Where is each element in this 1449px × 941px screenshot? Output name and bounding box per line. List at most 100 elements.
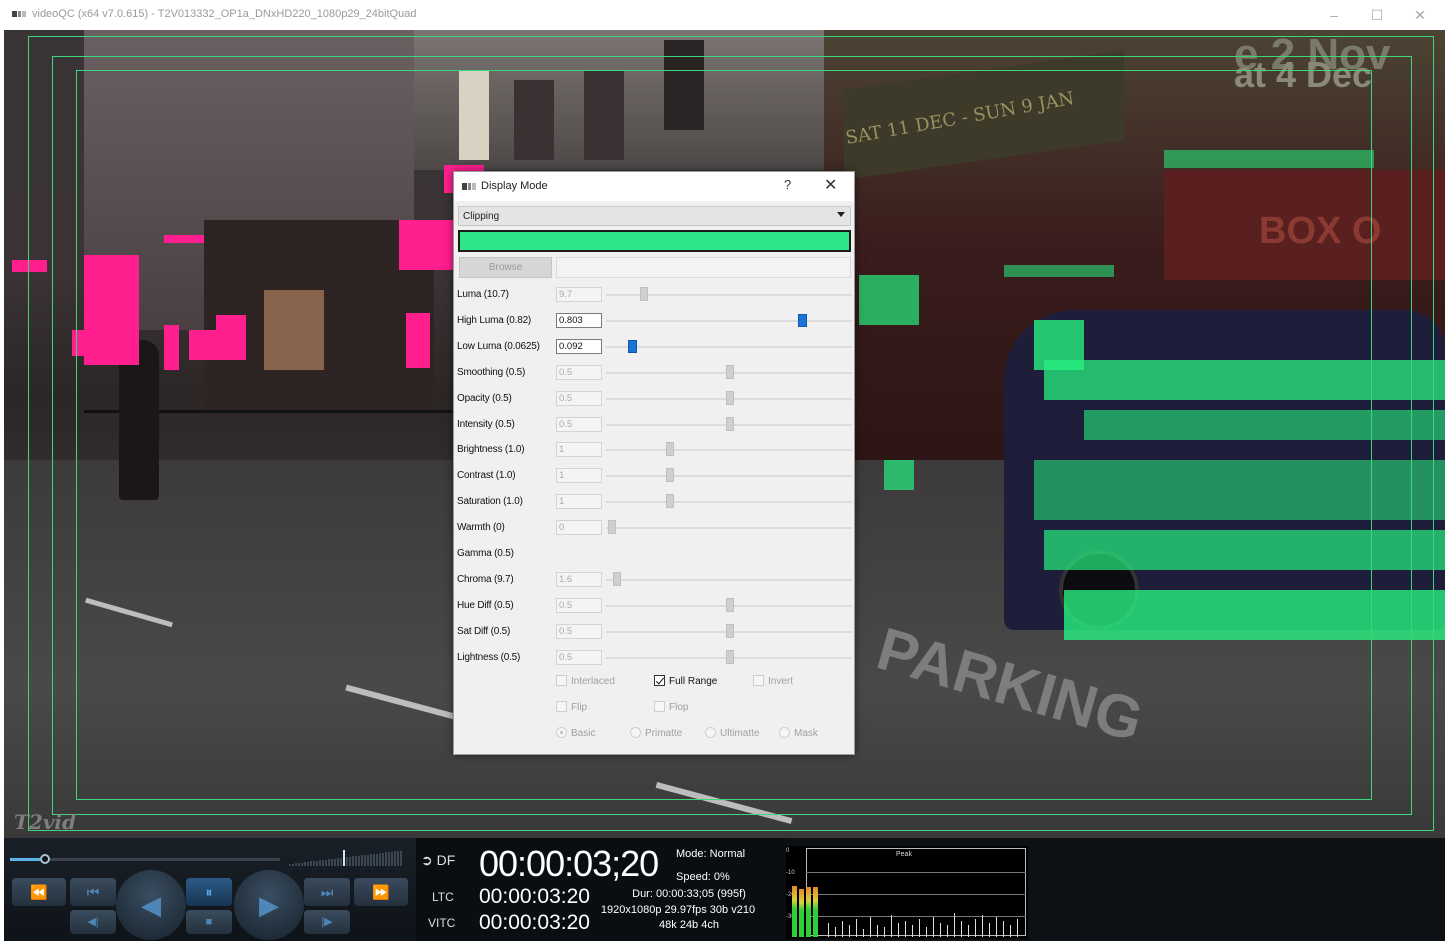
param-value-field[interactable]: 1.6 — [556, 571, 602, 587]
spectrum-bar — [933, 917, 934, 937]
flop-checkbox[interactable]: Flop — [654, 701, 688, 713]
param-row: Lightness (0.5) 0.5 — [454, 644, 854, 670]
param-slider-handle[interactable] — [666, 494, 674, 509]
param-slider-handle[interactable] — [627, 339, 637, 353]
step-forward-button[interactable]: |▶ — [304, 910, 350, 934]
invert-checkbox[interactable]: Invert — [753, 675, 793, 687]
param-slider-handle[interactable] — [726, 649, 734, 664]
drop-frame-indicator[interactable]: ➲ DF — [421, 852, 455, 869]
volume-level-bar — [334, 859, 336, 866]
control-bar-spacer — [1034, 838, 1445, 941]
dialog-close-button[interactable]: ✕ — [824, 175, 837, 195]
param-slider[interactable] — [606, 475, 852, 478]
ltc-timecode: 00:00:03:20 — [479, 885, 590, 908]
primatte-radio[interactable]: Primatte — [630, 727, 682, 739]
interlaced-checkbox[interactable]: Interlaced — [556, 675, 615, 687]
timecode-panel: ➲ DF 00:00:03;20 LTC 00:00:03:20 VITC 00… — [416, 838, 786, 941]
play-reverse-button[interactable]: ◀ — [116, 870, 186, 940]
pause-button[interactable]: ⏸ — [186, 878, 232, 906]
param-slider-handle[interactable] — [726, 364, 734, 379]
spectrum-bar — [926, 927, 927, 937]
window-title: videoQC (x64 v7.0.615) - T2V013332_OP1a_… — [32, 8, 417, 20]
volume-level-bar — [304, 862, 306, 866]
param-value-field[interactable]: 1 — [556, 494, 602, 510]
stop-button[interactable]: ■ — [186, 910, 232, 934]
display-mode-dialog: Display Mode ? ✕ Clipping Browse Luma (1… — [453, 171, 855, 755]
browse-button[interactable]: Browse — [459, 257, 552, 278]
param-value-field[interactable]: 9.7 — [556, 287, 602, 302]
volume-level-bar — [370, 854, 372, 866]
param-value-field[interactable]: 0.5 — [556, 390, 602, 406]
param-value-field[interactable]: 0.5 — [556, 597, 602, 613]
mode-status: Mode: Normal — [676, 848, 746, 860]
position-slider[interactable] — [10, 854, 280, 864]
clip-color-swatch[interactable] — [458, 230, 851, 252]
volume-level-bar — [379, 853, 381, 866]
play-button[interactable]: ▶ — [234, 870, 304, 940]
volume-level-bar — [328, 859, 330, 866]
position-handle[interactable] — [40, 854, 50, 864]
speed-status: Speed: 0% — [676, 871, 730, 883]
browse-path-field[interactable] — [556, 257, 851, 278]
spectrum-bar — [891, 915, 892, 937]
full-range-checkbox[interactable]: Full Range — [654, 675, 717, 687]
param-row: High Luma (0.82) 0.803 — [454, 307, 854, 333]
param-value-field[interactable]: 0.5 — [556, 649, 602, 665]
param-slider-handle[interactable] — [726, 623, 734, 638]
mode-dropdown[interactable]: Clipping — [458, 206, 851, 226]
param-value-field[interactable]: 1 — [556, 442, 602, 458]
minimize-button[interactable]: – — [1314, 4, 1354, 26]
param-slider-handle[interactable] — [726, 390, 734, 405]
param-slider[interactable] — [606, 578, 852, 581]
param-slider-handle[interactable] — [613, 571, 622, 586]
param-label: Intensity (0.5) — [457, 418, 515, 430]
param-slider[interactable] — [606, 527, 852, 530]
spectrum-bar — [849, 925, 850, 937]
param-slider-handle[interactable] — [726, 416, 734, 431]
param-row: Intensity (0.5) 0.5 — [454, 411, 854, 437]
param-slider-handle[interactable] — [798, 313, 807, 327]
param-label: Opacity (0.5) — [457, 392, 512, 404]
channel-level-bar — [806, 887, 811, 937]
close-window-button[interactable]: ✕ — [1400, 4, 1440, 26]
param-slider-handle[interactable] — [666, 442, 674, 457]
param-value-field[interactable]: 0.5 — [556, 416, 602, 432]
fast-forward-button[interactable]: ⏩ — [354, 878, 408, 906]
meter-gridline — [806, 894, 1026, 895]
mask-label: Mask — [794, 728, 818, 739]
param-value-field[interactable]: 0.092 — [556, 338, 602, 354]
param-slider[interactable] — [606, 345, 852, 348]
param-label: Gamma (0.5) — [457, 548, 514, 559]
spectrum-bar — [940, 923, 941, 937]
param-slider-handle[interactable] — [726, 597, 734, 612]
step-back-button[interactable]: ◀| — [70, 910, 116, 934]
param-value-field[interactable]: 0.5 — [556, 364, 602, 380]
param-value-field[interactable]: 0 — [556, 520, 602, 536]
param-value-field[interactable]: 0.5 — [556, 623, 602, 639]
param-slider[interactable] — [606, 449, 852, 452]
param-value-field[interactable]: 0.803 — [556, 312, 602, 328]
param-slider[interactable] — [606, 501, 852, 504]
basic-radio[interactable]: Basic — [556, 727, 595, 739]
volume-level-bar — [358, 856, 360, 866]
next-button[interactable]: ⏭ — [304, 878, 350, 906]
ultimatte-radio[interactable]: Ultimatte — [705, 727, 759, 739]
mask-radio[interactable]: Mask — [779, 727, 818, 739]
volume-level-bar — [319, 860, 321, 866]
flip-label: Flip — [571, 702, 588, 713]
param-value-field[interactable]: 1 — [556, 468, 602, 484]
maximize-button[interactable]: ☐ — [1357, 4, 1397, 26]
param-slider[interactable] — [606, 319, 852, 322]
help-button[interactable]: ? — [784, 177, 791, 192]
volume-level-bar — [355, 856, 357, 866]
param-slider-handle[interactable] — [666, 468, 674, 483]
scale-tick: -10 — [786, 870, 795, 876]
volume-slider[interactable] — [289, 850, 404, 866]
flip-checkbox[interactable]: Flip — [556, 701, 587, 713]
param-slider-handle[interactable] — [608, 520, 617, 535]
param-slider-handle[interactable] — [639, 287, 648, 301]
param-label: Sat Diff (0.5) — [457, 625, 511, 637]
checkbox-box — [556, 675, 567, 686]
rewind-button[interactable]: ⏪ — [12, 878, 66, 906]
prev-button[interactable]: ⏮ — [70, 878, 116, 906]
